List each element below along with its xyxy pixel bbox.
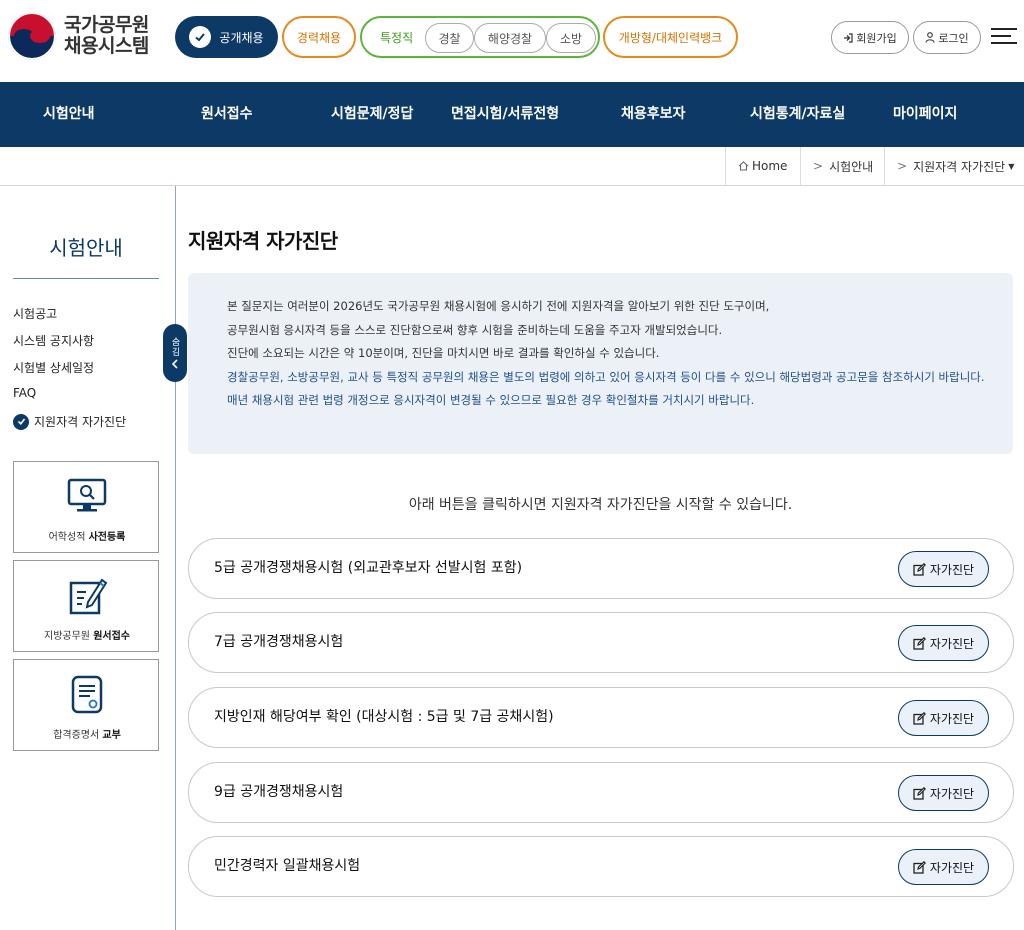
sidebar-divider xyxy=(13,278,159,279)
home-icon xyxy=(738,161,749,171)
sidebar-toggle-button[interactable]: 숨김 xyxy=(163,324,187,382)
chevron-left-icon xyxy=(171,359,178,369)
sidebar-title: 시험안내 xyxy=(49,236,123,260)
self-diagnosis-button[interactable]: 자가진단 xyxy=(898,551,989,587)
exam-name: 민간경력자 일괄채용시험 xyxy=(214,858,361,874)
quick-link-language-score[interactable]: 어학성적 사전등록 xyxy=(13,461,159,553)
login-label: 로그인 xyxy=(938,31,969,45)
category-special-label[interactable]: 특정직 xyxy=(380,29,413,46)
sidebar-item-faq[interactable]: FAQ xyxy=(13,386,36,400)
sidebar-item-announcement[interactable]: 시험공고 xyxy=(13,305,57,322)
intro-text: 아래 버튼을 클릭하시면 지원자격 자가진단을 시작할 수 있습니다. xyxy=(408,497,793,513)
signup-label: 회원가입 xyxy=(856,31,897,45)
sidebar-item-self-diagnosis-label: 지원자격 자가진단 xyxy=(34,415,127,429)
breadcrumb-level2[interactable]: > 지원자격 자가진단 ▼ xyxy=(884,147,1024,185)
pen-document-icon xyxy=(69,578,108,615)
self-diagnosis-button[interactable]: 자가진단 xyxy=(898,849,989,885)
nav-mypage[interactable]: 마이페이지 xyxy=(893,82,957,147)
category-open-button[interactable]: 개방형/대체인력뱅크 xyxy=(603,16,738,58)
page-title: 지원자격 자가진단 xyxy=(188,229,338,253)
breadcrumb-home-label: Home xyxy=(752,159,788,173)
notice-box: 본 질문지는 여러분이 2026년도 국가공무원 채용시험에 응시하기 전에 지… xyxy=(188,273,1013,454)
caret-down-icon: ▼ xyxy=(1008,161,1015,171)
exam-row: 7급 공개경쟁채용시험 자가진단 xyxy=(188,612,1014,673)
breadcrumb-level1[interactable]: > 시험안내 xyxy=(800,147,884,185)
main-nav: 시험안내 원서접수 시험문제/정답 면접시험/서류전형 채용후보자 시험통계/자… xyxy=(0,82,1024,147)
logo-line-2: 채용시스템 xyxy=(64,35,149,57)
signup-button[interactable]: 회원가입 xyxy=(831,21,909,54)
self-diagnosis-button[interactable]: 자가진단 xyxy=(898,700,989,736)
notice-line: 본 질문지는 여러분이 2026년도 국가공무원 채용시험에 응시하기 전에 지… xyxy=(227,299,770,313)
chevron-right-icon: > xyxy=(813,159,824,173)
self-diagnosis-label: 자가진단 xyxy=(929,786,975,801)
notice-line: 경찰공무원, 소방공무원, 교사 등 특정직 공무원의 채용은 별도의 법령에 … xyxy=(227,369,985,384)
quick-link-certificate-label: 합격증명서 교부 xyxy=(53,730,121,741)
nav-statistics[interactable]: 시험통계/자료실 xyxy=(750,82,845,147)
nav-candidates[interactable]: 채용후보자 xyxy=(621,82,685,147)
sidebar-item-schedule[interactable]: 시험별 상세일정 xyxy=(13,359,94,376)
edit-icon xyxy=(913,860,926,874)
category-public-label: 공개채용 xyxy=(219,30,264,45)
breadcrumb-level2-label: 지원자격 자가진단 xyxy=(913,159,1006,174)
edit-icon xyxy=(913,786,926,800)
category-fire-button[interactable]: 소방 xyxy=(546,23,596,53)
nav-application[interactable]: 원서접수 xyxy=(201,82,253,147)
certificate-icon xyxy=(71,675,103,714)
notice-line: 공무원시험 응시자격 등을 스스로 진단함으로써 향후 시험을 준비하는데 도움… xyxy=(227,322,723,337)
breadcrumb-level1-label: 시험안내 xyxy=(829,159,874,174)
chevron-right-icon: > xyxy=(897,159,908,173)
login-button[interactable]: 로그인 xyxy=(913,21,981,54)
user-icon xyxy=(925,32,935,43)
category-coast-guard-button[interactable]: 해양경찰 xyxy=(474,23,546,53)
category-special-group: 특정직 경찰 해양경찰 소방 xyxy=(360,16,600,58)
nav-exam-guide[interactable]: 시험안내 xyxy=(43,82,95,147)
logo-line-1: 국가공무원 xyxy=(64,14,149,36)
category-public-button[interactable]: 공개채용 xyxy=(175,16,278,58)
breadcrumb: Home > 시험안내 > 지원자격 자가진단 ▼ xyxy=(0,147,1024,186)
exam-row: 민간경력자 일괄채용시험 자가진단 xyxy=(188,836,1014,897)
exam-row: 지방인재 해당여부 확인 (대상시험 : 5급 및 7급 공채시험) 자가진단 xyxy=(188,687,1014,748)
quick-link-language-score-label: 어학성적 사전등록 xyxy=(48,532,126,543)
hamburger-menu-icon[interactable] xyxy=(991,28,1017,48)
nav-exam-questions[interactable]: 시험문제/정답 xyxy=(331,82,413,147)
sidebar: 시험안내 시험공고 시스템 공지사항 시험별 상세일정 FAQ 지원자격 자가진… xyxy=(0,186,176,930)
self-diagnosis-label: 자가진단 xyxy=(929,711,975,726)
site-header: 국가공무원 채용시스템 공개채용 경력채용 특정직 경찰 해양경찰 소방 개방형… xyxy=(0,0,1024,82)
breadcrumb-home[interactable]: Home xyxy=(725,147,800,185)
self-diagnosis-button[interactable]: 자가진단 xyxy=(898,775,989,811)
sidebar-item-self-diagnosis[interactable]: 지원자격 자가진단 xyxy=(13,413,126,430)
self-diagnosis-label: 자가진단 xyxy=(929,860,975,875)
quick-link-certificate[interactable]: 합격증명서 교부 xyxy=(13,659,159,751)
sidebar-toggle-label: 숨김 xyxy=(169,337,180,357)
signin-arrow-icon xyxy=(844,32,853,43)
notice-line: 매년 채용시험 관련 법령 개정으로 응시자격이 변경될 수 있으므로 필요한 … xyxy=(227,393,755,407)
edit-icon xyxy=(913,636,926,650)
taegeuk-logo-icon xyxy=(8,12,56,60)
check-icon xyxy=(13,413,29,430)
quick-link-local-application-label: 지방공무원 원서접수 xyxy=(44,631,130,642)
site-logo[interactable]: 국가공무원 채용시스템 xyxy=(8,12,149,60)
exam-name: 5급 공개경쟁채용시험 (외교관후보자 선발시험 포함) xyxy=(214,560,523,576)
logo-text: 국가공무원 채용시스템 xyxy=(64,15,149,57)
exam-name: 7급 공개경쟁채용시험 xyxy=(214,634,344,650)
monitor-search-icon xyxy=(67,478,107,512)
exam-row: 5급 공개경쟁채용시험 (외교관후보자 선발시험 포함) 자가진단 xyxy=(188,538,1014,599)
category-career-button[interactable]: 경력채용 xyxy=(282,16,356,58)
sidebar-item-system-notice[interactable]: 시스템 공지사항 xyxy=(13,332,94,349)
notice-line: 진단에 소요되는 시간은 약 10분이며, 진단을 마치시면 바로 결과를 확인… xyxy=(227,346,660,360)
category-police-button[interactable]: 경찰 xyxy=(425,23,474,53)
check-icon xyxy=(189,26,212,48)
self-diagnosis-button[interactable]: 자가진단 xyxy=(898,625,989,661)
self-diagnosis-label: 자가진단 xyxy=(929,636,975,651)
self-diagnosis-label: 자가진단 xyxy=(929,562,975,577)
edit-icon xyxy=(913,711,926,725)
exam-name: 지방인재 해당여부 확인 (대상시험 : 5급 및 7급 공채시험) xyxy=(214,709,554,725)
exam-row: 9급 공개경쟁채용시험 자가진단 xyxy=(188,762,1014,823)
edit-icon xyxy=(913,562,926,576)
nav-interview[interactable]: 면접시험/서류전형 xyxy=(451,82,559,147)
exam-name: 9급 공개경쟁채용시험 xyxy=(214,784,344,800)
quick-link-local-application[interactable]: 지방공무원 원서접수 xyxy=(13,560,159,652)
